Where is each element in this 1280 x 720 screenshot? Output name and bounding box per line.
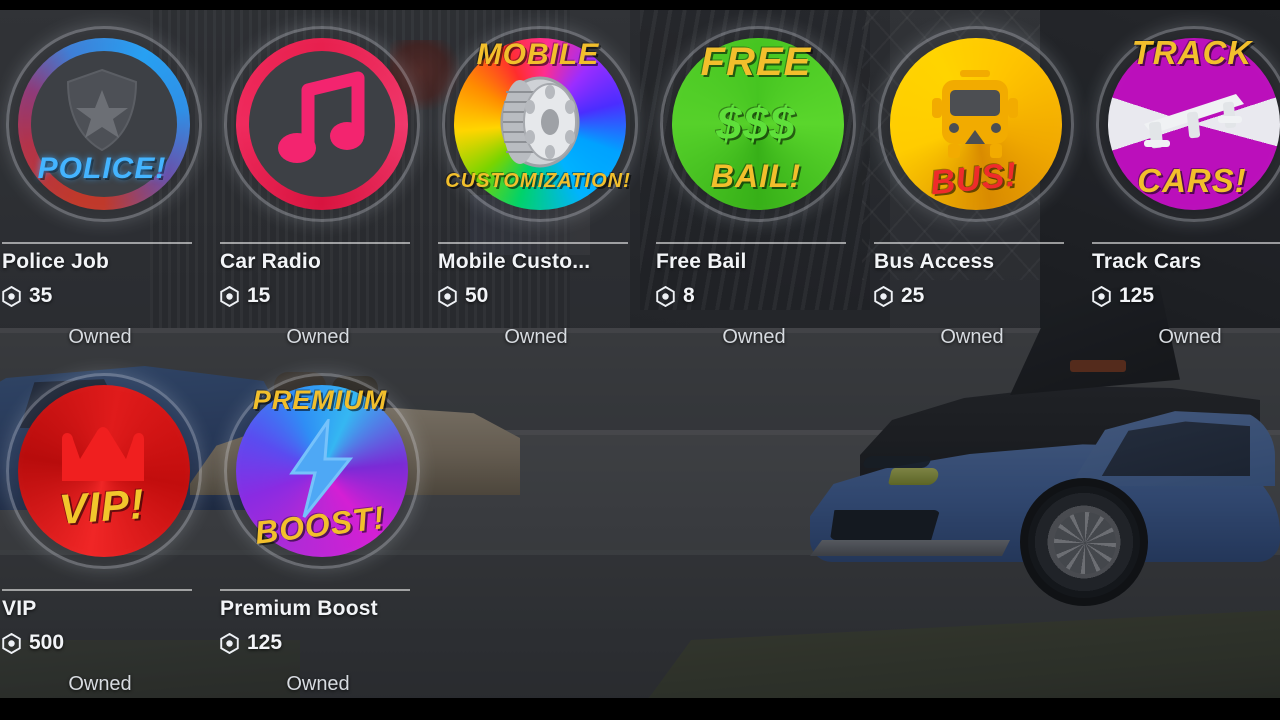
badge-art-premium-boost: PREMIUM BOOST! — [220, 371, 420, 571]
gamepass-badge[interactable]: FREE $$$ BAIL! — [654, 24, 858, 236]
badge-art-police: POLICE! — [2, 24, 202, 224]
badge-art-vip: VIP! — [2, 371, 202, 571]
gamepass-title: Free Bail — [656, 250, 747, 273]
gamepass-price-row: 8 — [656, 284, 856, 308]
card-divider — [656, 242, 846, 244]
gamepass-title: Car Radio — [220, 250, 321, 273]
gamepass-price-row: 25 — [874, 284, 1074, 308]
gamepass-price-row: 15 — [220, 284, 420, 308]
letterbox-bottom — [0, 698, 1280, 720]
robux-icon — [656, 285, 675, 307]
badge-art-mobile-customization: MOBILE CUSTOMIZATION! — [438, 24, 638, 224]
card-divider — [2, 589, 192, 591]
gamepass-title: Mobile Custo... — [438, 250, 591, 273]
robux-icon — [220, 632, 239, 654]
gamepass-price-row: 125 — [1092, 284, 1280, 308]
gamepass-title: Bus Access — [874, 250, 995, 273]
gamepass-price: 50 — [465, 284, 489, 307]
robux-icon — [874, 285, 893, 307]
gamepass-price-row: 500 — [2, 631, 202, 655]
gamepass-price: 15 — [247, 284, 271, 307]
gamepass-title: Police Job — [2, 250, 110, 273]
gamepass-price: 8 — [683, 284, 695, 307]
crown-icon — [62, 427, 144, 481]
gamepass-card-bus-access[interactable]: BUS! Bus Access 25 Owned — [872, 18, 1076, 373]
gamepass-card-car-radio[interactable]: Car Radio 15 Owned — [218, 18, 422, 373]
gamepass-badge[interactable]: TRACK CARS! — [1090, 24, 1280, 236]
card-divider — [1092, 242, 1280, 244]
gamepass-status: Owned — [68, 326, 132, 348]
gamepass-title: Premium Boost — [220, 597, 378, 620]
gamepass-status: Owned — [286, 673, 350, 695]
card-divider — [874, 242, 1064, 244]
gamepass-badge[interactable]: PREMIUM BOOST! — [218, 371, 422, 583]
gamepass-price-row: 35 — [2, 284, 202, 308]
gamepass-card-police-job[interactable]: POLICE! Police Job 35 Owned — [0, 18, 204, 373]
gamepass-badge[interactable]: BUS! — [872, 24, 1076, 236]
gamepass-price-row: 50 — [438, 284, 638, 308]
gamepass-card-track-cars[interactable]: TRACK CARS! Track Cars 125 Owned — [1090, 18, 1280, 373]
gamepass-badge[interactable] — [218, 24, 422, 236]
gamepass-card-free-bail[interactable]: FREE $$$ BAIL! Free Bail 8 Owned — [654, 18, 858, 373]
gamepass-status: Owned — [504, 326, 568, 348]
gamepass-price-row: 125 — [220, 631, 420, 655]
badge-art-car-radio — [220, 24, 420, 224]
robux-icon — [438, 285, 457, 307]
gamepass-badge[interactable]: POLICE! — [0, 24, 204, 236]
gamepass-status: Owned — [722, 326, 786, 348]
gamepass-status: Owned — [286, 326, 350, 348]
rear-spoiler-icon — [1144, 94, 1244, 149]
game-screen: POLICE! Police Job 35 Owned Car Radio 15… — [0, 0, 1280, 720]
badge-art-bus-access: BUS! — [874, 24, 1074, 224]
gamepass-price: 35 — [29, 284, 53, 307]
card-divider — [438, 242, 628, 244]
gamepass-badge[interactable]: VIP! — [0, 371, 204, 583]
gamepass-price: 500 — [29, 631, 65, 654]
badge-art-track-cars: TRACK CARS! — [1092, 24, 1280, 224]
gamepass-status: Owned — [68, 673, 132, 695]
gamepass-price: 125 — [1119, 284, 1155, 307]
music-note-icon — [278, 71, 365, 163]
police-shield-icon — [66, 68, 138, 152]
gamepass-badge[interactable]: MOBILE CUSTOMIZATION! — [436, 24, 640, 236]
lightning-bolt-icon — [289, 419, 354, 518]
badge-halo — [660, 26, 856, 222]
wheel-tire-icon — [500, 76, 580, 168]
gamepass-card-mobile-customization[interactable]: MOBILE CUSTOMIZATION! Mobile Custo... 50… — [436, 18, 640, 373]
robux-icon — [2, 632, 21, 654]
card-divider — [2, 242, 192, 244]
robux-icon — [220, 285, 239, 307]
gamepass-status: Owned — [940, 326, 1004, 348]
bus-icon — [932, 70, 1018, 158]
gamepass-card-premium-boost[interactable]: PREMIUM BOOST! Premium Boost 125 Owned — [218, 365, 422, 720]
badge-art-free-bail: FREE $$$ BAIL! — [656, 24, 856, 224]
robux-icon — [2, 285, 21, 307]
gamepass-grid: POLICE! Police Job 35 Owned Car Radio 15… — [0, 10, 1280, 710]
card-divider — [220, 589, 410, 591]
letterbox-top — [0, 0, 1280, 10]
gamepass-title: VIP — [2, 597, 37, 620]
gamepass-status: Owned — [1158, 326, 1222, 348]
gamepass-price: 125 — [247, 631, 283, 654]
gamepass-card-vip[interactable]: VIP! VIP 500 Owned — [0, 365, 204, 720]
gamepass-title: Track Cars — [1092, 250, 1202, 273]
card-divider — [220, 242, 410, 244]
gamepass-price: 25 — [901, 284, 925, 307]
robux-icon — [1092, 285, 1111, 307]
